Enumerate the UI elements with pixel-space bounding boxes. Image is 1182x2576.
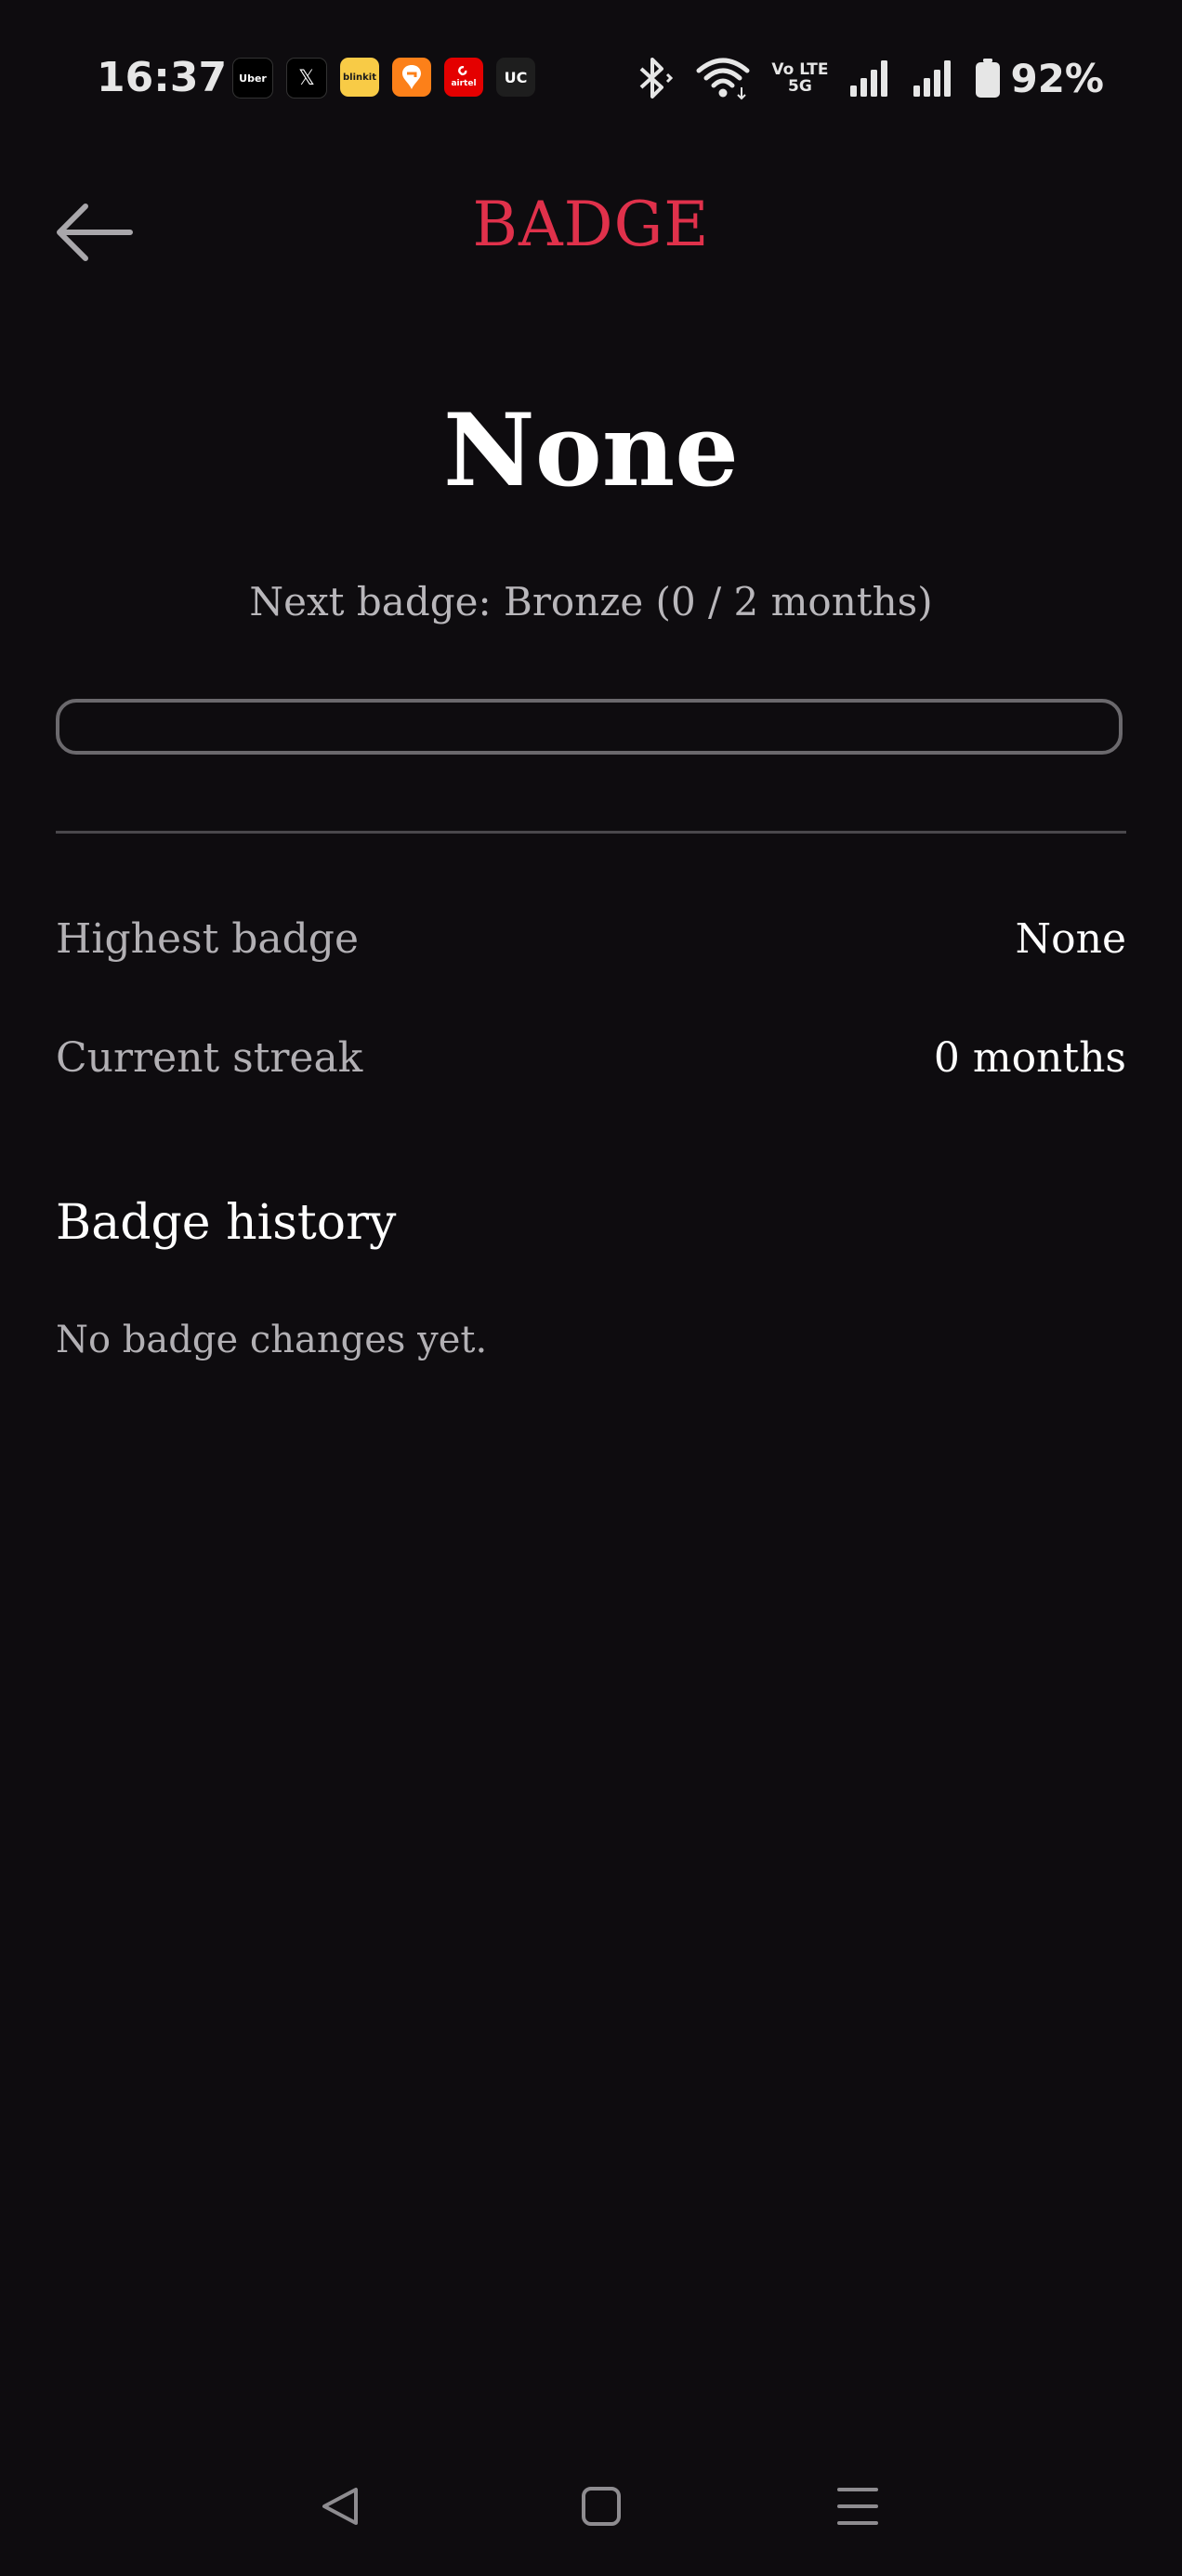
wifi-icon xyxy=(695,56,751,100)
stat-row-highest-badge: Highest badge None xyxy=(56,909,1126,968)
battery-percent: 92% xyxy=(1010,55,1104,101)
stat-value: 0 months xyxy=(933,1033,1126,1082)
signal-icon-sim2 xyxy=(912,58,954,99)
nav-back-button[interactable] xyxy=(309,2474,374,2539)
nav-home-button[interactable] xyxy=(569,2474,634,2539)
stat-label: Current streak xyxy=(56,1033,363,1082)
x-icon: 𝕏 xyxy=(286,58,327,99)
nav-recents-icon xyxy=(837,2488,878,2525)
next-badge-label: Next badge: Bronze (0 / 2 months) xyxy=(249,579,933,624)
signal-icon-sim1 xyxy=(848,58,891,99)
page-title: BADGE xyxy=(472,189,710,260)
blinkit-icon: blinkit xyxy=(340,58,379,97)
uc-icon: UC xyxy=(496,58,535,97)
volte-indicator: Vo LTE 5G xyxy=(771,60,829,96)
stat-label: Highest badge xyxy=(56,914,360,963)
badge-progress-bar xyxy=(56,699,1123,755)
current-badge: None xyxy=(443,392,739,509)
badge-history-empty: No badge changes yet. xyxy=(56,1319,488,1361)
badge-history-title: Badge history xyxy=(56,1195,397,1251)
status-time: 16:37 xyxy=(97,54,228,101)
airtel-icon: airtel xyxy=(444,58,483,97)
swiggy-icon xyxy=(392,58,431,97)
uber-icon: Uber xyxy=(232,58,273,99)
nav-home-icon xyxy=(582,2487,621,2526)
notification-icons: Uber 𝕏 blinkit airtel UC xyxy=(232,58,535,99)
stat-row-current-streak: Current streak 0 months xyxy=(56,1028,1126,1087)
bluetooth-icon xyxy=(634,56,675,100)
nav-recents-button[interactable] xyxy=(825,2474,890,2539)
divider xyxy=(56,831,1126,834)
nav-back-icon xyxy=(322,2488,358,2525)
system-icons: Vo LTE 5G 92% xyxy=(634,52,1104,104)
status-bar: 16:37 Uber 𝕏 blinkit airtel UC Vo LTE 5G… xyxy=(0,0,1182,154)
navigation-bar xyxy=(0,2453,1182,2556)
stat-value: None xyxy=(1015,914,1126,963)
battery-icon xyxy=(975,58,1001,99)
